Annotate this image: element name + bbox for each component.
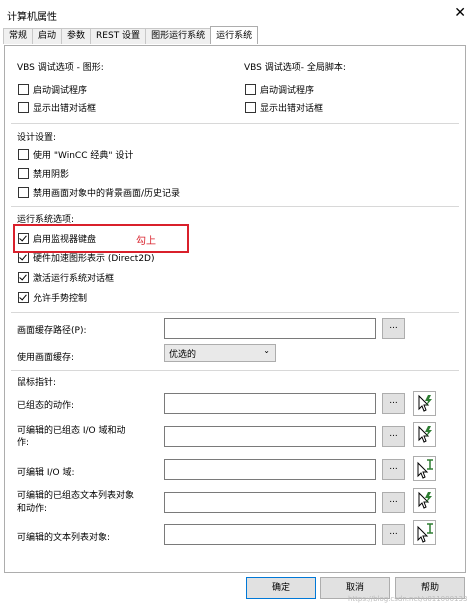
- editable-textlist-input[interactable]: [164, 524, 376, 545]
- cache-use-select[interactable]: 优选的 ⌄: [164, 344, 276, 362]
- cache-use-value: 优选的: [169, 350, 197, 360]
- window-title: 计算机属性: [7, 12, 57, 23]
- editable-io-action-label-line2: 作:: [17, 438, 30, 448]
- arrow-lightning-cursor-icon[interactable]: [413, 488, 436, 513]
- vbs-global-debugger-checkbox[interactable]: [245, 84, 256, 95]
- disable-shadow-label: 禁用阴影: [33, 170, 70, 180]
- vbs-graphics-debugger-label: 启动调试程序: [33, 86, 88, 96]
- classic-design-checkbox[interactable]: [18, 149, 29, 160]
- classic-design-label: 使用 "WinCC 经典" 设计: [33, 151, 134, 161]
- tab-parameters[interactable]: 参数: [61, 28, 92, 44]
- editable-io-action-label-line1: 可编辑的已组态 I/O 域和动: [17, 426, 126, 436]
- cache-path-browse-button[interactable]: ...: [382, 318, 405, 339]
- cache-use-label: 使用画面缓存:: [17, 353, 75, 363]
- arrow-ibeam-cursor-icon[interactable]: [413, 520, 436, 545]
- configured-action-input[interactable]: [164, 393, 376, 414]
- vbs-graphics-debugger-checkbox[interactable]: [18, 84, 29, 95]
- vbs-global-heading: VBS 调试选项- 全局脚本:: [244, 63, 346, 73]
- hw-accel-checkbox[interactable]: [18, 252, 29, 263]
- editable-textlist-browse-button[interactable]: ...: [382, 524, 405, 545]
- gesture-label: 允许手势控制: [33, 294, 88, 304]
- close-icon[interactable]: ✕: [454, 5, 466, 21]
- editable-io-field-browse-button[interactable]: ...: [382, 459, 405, 480]
- chevron-down-icon: ⌄: [263, 346, 270, 355]
- arrow-lightning-cursor-icon[interactable]: [413, 391, 436, 416]
- editable-textlist-action-browse-button[interactable]: ...: [382, 492, 405, 513]
- vbs-graphics-heading: VBS 调试选项 - 图形:: [17, 63, 104, 73]
- configured-action-browse-button[interactable]: ...: [382, 393, 405, 414]
- disable-background-checkbox[interactable]: [18, 187, 29, 198]
- editable-io-field-input[interactable]: [164, 459, 376, 480]
- tab-general[interactable]: 常规: [3, 28, 34, 44]
- configured-action-label: 已组态的动作:: [17, 401, 75, 411]
- vbs-graphics-error-label: 显示出错对话框: [33, 104, 97, 114]
- editable-io-action-input[interactable]: [164, 426, 376, 447]
- divider: [11, 123, 459, 124]
- tab-graphics-runtime[interactable]: 图形运行系统: [145, 28, 212, 44]
- arrow-ibeam-cursor-icon[interactable]: [413, 456, 436, 481]
- vbs-global-debugger-label: 启动调试程序: [260, 86, 315, 96]
- tab-runtime[interactable]: 运行系统: [210, 26, 259, 44]
- editable-io-field-label: 可编辑 I/O 域:: [17, 468, 75, 478]
- disable-shadow-checkbox[interactable]: [18, 168, 29, 179]
- cache-path-label: 画面缓存路径(P):: [17, 326, 87, 336]
- vbs-global-error-label: 显示出错对话框: [260, 104, 324, 114]
- activate-dialog-label: 激活运行系统对话框: [33, 274, 115, 284]
- vbs-global-error-checkbox[interactable]: [245, 102, 256, 113]
- tab-startup[interactable]: 启动: [32, 28, 63, 44]
- arrow-lightning-cursor-icon[interactable]: [413, 422, 436, 447]
- runtime-tab-panel: VBS 调试选项 - 图形: 启动调试程序 显示出错对话框 VBS 调试选项- …: [4, 45, 466, 573]
- annotation-text: 勾上: [136, 236, 156, 247]
- cache-path-input[interactable]: [164, 318, 376, 339]
- disable-background-label: 禁用画面对象中的背景画面/历史记录: [33, 189, 181, 199]
- editable-io-action-browse-button[interactable]: ...: [382, 426, 405, 447]
- divider: [11, 206, 459, 207]
- ok-button[interactable]: 确定: [246, 577, 316, 599]
- design-heading: 设计设置:: [17, 133, 57, 143]
- editable-textlist-action-input[interactable]: [164, 492, 376, 513]
- highlight-annotation-box: [13, 224, 189, 253]
- editable-textlist-action-label-line1: 可编辑的已组态文本列表对象: [17, 491, 135, 501]
- vbs-graphics-error-checkbox[interactable]: [18, 102, 29, 113]
- title-bar: 计算机属性 ✕: [0, 0, 474, 28]
- pointer-heading: 鼠标指针:: [17, 378, 57, 388]
- tab-strip: 常规 启动 参数 REST 设置 图形运行系统 运行系统: [3, 26, 259, 45]
- divider: [11, 312, 459, 313]
- divider: [11, 370, 459, 371]
- editable-textlist-label: 可编辑的文本列表对象:: [17, 533, 111, 543]
- gesture-checkbox[interactable]: [18, 292, 29, 303]
- tab-rest-settings[interactable]: REST 设置: [90, 28, 147, 44]
- activate-dialog-checkbox[interactable]: [18, 272, 29, 283]
- watermark: https://blog.csdn.net/u011000133: [348, 595, 468, 603]
- editable-textlist-action-label-line2: 和动作:: [17, 504, 48, 514]
